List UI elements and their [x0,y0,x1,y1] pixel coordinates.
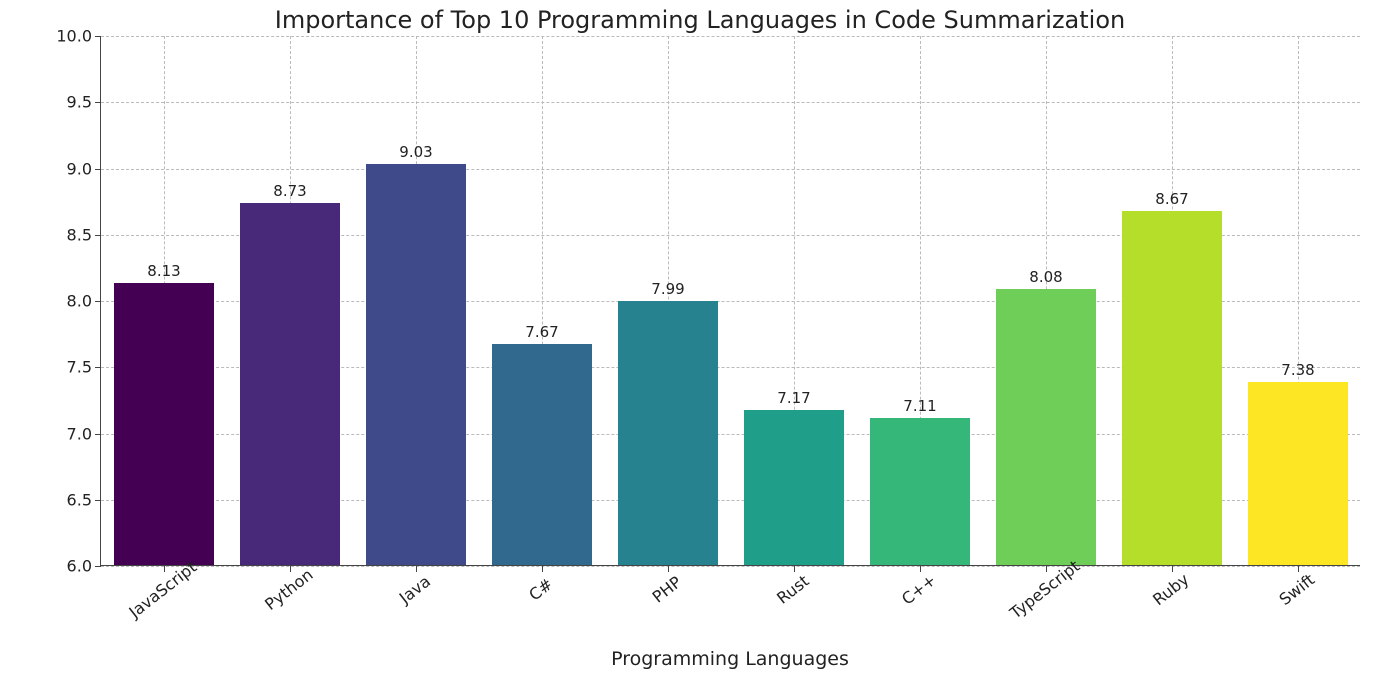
bar-value-label: 9.03 [399,143,432,161]
x-tick-mark [416,566,417,572]
x-tick-label: Ruby [1149,570,1192,610]
y-tick-label: 7.0 [32,424,92,443]
x-tick-mark [1298,566,1299,572]
bar [996,289,1097,565]
y-tick-mark [95,235,101,236]
y-tick-mark [95,434,101,435]
bar-value-label: 8.67 [1155,190,1188,208]
bar-value-label: 7.17 [777,389,810,407]
x-tick-label: Java [396,572,434,608]
bar [240,203,341,565]
plot-area: 8.13 8.73 9.03 7.67 7.99 7.17 7.11 8.08 8.67 7.38 [100,36,1360,566]
x-tick-mark [290,566,291,572]
x-tick-mark [794,566,795,572]
bar [1122,211,1223,565]
x-tick-mark [1172,566,1173,572]
y-tick-label: 9.0 [32,159,92,178]
y-tick-mark [95,102,101,103]
y-tick-label: 8.0 [32,292,92,311]
x-tick-mark [668,566,669,572]
bar-value-label: 8.73 [273,182,306,200]
bar [870,418,971,565]
bar-value-label: 7.38 [1281,361,1314,379]
bar-value-label: 8.08 [1029,268,1062,286]
y-tick-mark [95,566,101,567]
y-tick-label: 10.0 [32,27,92,46]
x-tick-mark [164,566,165,572]
x-tick-label: Swift [1276,570,1319,609]
bar-value-label: 7.67 [525,323,558,341]
bar [114,283,215,565]
bar-value-label: 7.11 [903,397,936,415]
y-tick-mark [95,367,101,368]
y-tick-mark [95,301,101,302]
y-tick-label: 7.5 [32,358,92,377]
bar [492,344,593,565]
y-tick-mark [95,36,101,37]
bar [744,410,845,565]
bar-value-label: 8.13 [147,262,180,280]
y-tick-mark [95,500,101,501]
x-tick-label: Rust [773,571,812,608]
bar [366,164,467,565]
y-tick-mark [95,169,101,170]
chart-figure: Importance of Top 10 Programming Languag… [0,0,1400,694]
y-tick-label: 6.0 [32,557,92,576]
chart-title: Importance of Top 10 Programming Languag… [0,6,1400,34]
x-tick-mark [920,566,921,572]
y-tick-label: 9.5 [32,93,92,112]
x-tick-label: PHP [649,572,685,606]
x-tick-mark [542,566,543,572]
x-axis-label: Programming Languages [100,648,1360,670]
bar-value-label: 7.99 [651,280,684,298]
bar [1248,382,1349,565]
y-tick-label: 6.5 [32,490,92,509]
x-tick-label: C++ [898,570,940,608]
y-tick-label: 8.5 [32,225,92,244]
x-tick-label: Python [261,565,316,614]
bar [618,301,719,565]
x-tick-mark [1046,566,1047,572]
x-tick-label: C# [525,574,556,604]
